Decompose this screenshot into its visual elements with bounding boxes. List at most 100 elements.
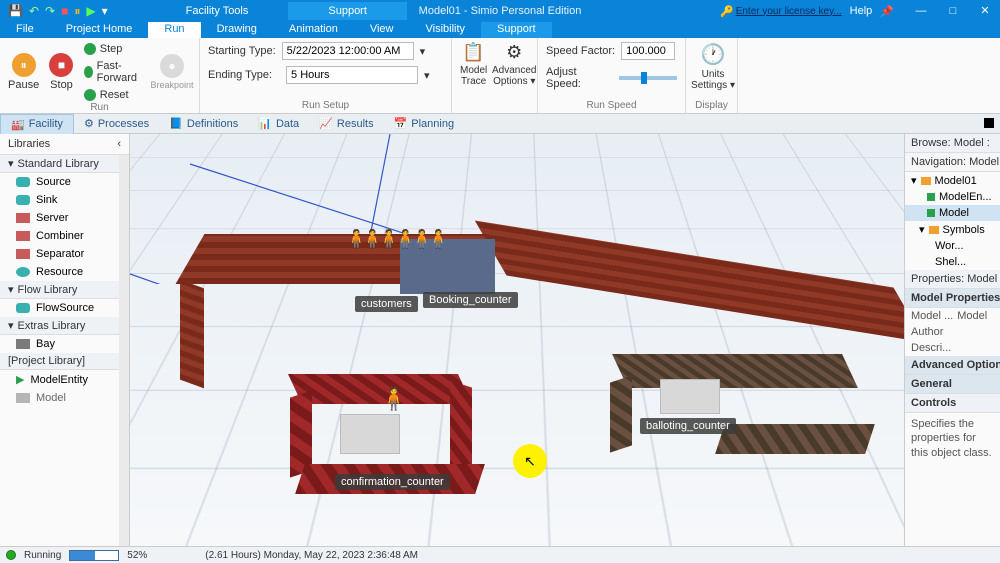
tab-project-home[interactable]: Project Home: [50, 22, 149, 38]
libraries-collapse-icon[interactable]: ‹: [117, 138, 121, 150]
section-standard-library[interactable]: ▾Standard Library: [0, 155, 129, 173]
step-icon: [84, 43, 96, 55]
view-tabs: 🏭Facility ⚙Processes 📘Definitions 📊Data …: [0, 114, 1000, 134]
tree-symbols[interactable]: ▾Symbols: [905, 221, 1000, 238]
slider-knob[interactable]: [641, 72, 647, 84]
progress-pct: 52%: [127, 550, 147, 561]
lib-item-server[interactable]: Server: [0, 209, 129, 227]
reset-icon: [84, 89, 96, 101]
quick-access-toolbar: 💾 ↶ ↷ ■ ⏸ ▶ ▾: [0, 4, 116, 19]
sim-time: (2.61 Hours) Monday, May 22, 2023 2:36:4…: [205, 550, 418, 561]
play-icon: ▶: [16, 373, 24, 386]
vtab-planning[interactable]: 📅Planning: [384, 114, 465, 133]
model-trace-button[interactable]: 📋 Model Trace: [460, 42, 487, 87]
close-button[interactable]: ✕: [970, 0, 1000, 22]
general-section[interactable]: General: [905, 375, 1000, 394]
running-label: Running: [24, 550, 61, 561]
step-button[interactable]: Step: [84, 42, 145, 56]
speed-slider[interactable]: [619, 76, 677, 80]
advanced-options-section[interactable]: Advanced Options: [905, 356, 1000, 375]
combiner-icon: [16, 231, 30, 241]
title-tab-support[interactable]: Support: [288, 2, 407, 20]
units-settings-label: Units Settings ▾: [691, 69, 735, 91]
chevron-down-icon: ▾: [8, 319, 14, 332]
lib-item-modelentity[interactable]: ▶ModelEntity: [0, 370, 129, 389]
tree-model01[interactable]: ▾Model01: [905, 172, 1000, 189]
display-group-label: Display: [694, 100, 729, 113]
ending-type-input[interactable]: [286, 66, 418, 84]
reset-button[interactable]: Reset: [84, 88, 145, 102]
tab-file[interactable]: File: [0, 22, 50, 38]
pin-icon[interactable]: 📌: [880, 5, 894, 18]
qa-play-icon[interactable]: ▶: [86, 4, 95, 18]
vtab-processes[interactable]: ⚙Processes: [74, 114, 159, 133]
libraries-panel: Libraries‹ ▾Standard Library Source Sink…: [0, 134, 130, 546]
license-link[interactable]: Enter your license key...: [736, 6, 842, 17]
facility-icon: 🏭: [11, 118, 25, 131]
breakpoint-button[interactable]: ● Breakpoint: [153, 54, 191, 90]
tree-modelentity[interactable]: ModelEn...: [905, 189, 1000, 205]
ending-dropdown-icon[interactable]: ▾: [424, 69, 430, 82]
fast-forward-button[interactable]: Fast-Forward: [84, 59, 145, 85]
lib-item-sink[interactable]: Sink: [0, 191, 129, 209]
section-extras-library[interactable]: ▾Extras Library: [0, 317, 129, 335]
section-flow-library[interactable]: ▾Flow Library: [0, 281, 129, 299]
vtab-definitions[interactable]: 📘Definitions: [159, 114, 248, 133]
pause-button[interactable]: ⏸ Pause: [8, 53, 39, 91]
vtab-results[interactable]: 📈Results: [309, 114, 383, 133]
key-icon: 🔑: [720, 5, 734, 18]
lib-item-separator[interactable]: Separator: [0, 245, 129, 263]
facility-canvas[interactable]: 🧍🧍🧍🧍🧍🧍 customers Booking_counter 🧍 confi…: [130, 134, 904, 546]
sliders-icon: ⚙: [506, 42, 522, 63]
tree-wor[interactable]: Wor...: [905, 238, 1000, 254]
help-button[interactable]: Help: [850, 5, 873, 17]
lib-item-resource[interactable]: Resource: [0, 263, 129, 281]
save-icon[interactable]: 💾: [8, 4, 23, 18]
step-label: Step: [100, 43, 123, 55]
tab-drawing[interactable]: Drawing: [201, 22, 273, 38]
tab-run[interactable]: Run: [148, 22, 200, 38]
main-area: Libraries‹ ▾Standard Library Source Sink…: [0, 134, 1000, 546]
tab-support[interactable]: Support: [481, 22, 552, 38]
maximize-button[interactable]: □: [938, 0, 968, 22]
viewtabs-handle[interactable]: [984, 118, 994, 128]
starting-dropdown-icon[interactable]: ▾: [420, 45, 426, 58]
lib-item-source[interactable]: Source: [0, 173, 129, 191]
lib-item-bay[interactable]: Bay: [0, 335, 129, 353]
starting-type-input[interactable]: [282, 42, 414, 60]
advanced-options-button[interactable]: ⚙ Advanced Options ▾: [495, 42, 533, 87]
folder-icon: [921, 177, 931, 185]
ending-type-label: Ending Type:: [208, 69, 272, 81]
minimize-button[interactable]: —: [906, 0, 936, 22]
status-bar: Running 52% (2.61 Hours) Monday, May 22,…: [0, 546, 1000, 563]
lib-item-model[interactable]: Model: [0, 389, 129, 407]
sink-icon: [16, 195, 30, 205]
stop-button[interactable]: ■ Stop: [47, 53, 76, 91]
tree-shel[interactable]: Shel...: [905, 254, 1000, 270]
tab-animation[interactable]: Animation: [273, 22, 354, 38]
tab-visibility[interactable]: Visibility: [410, 22, 482, 38]
model-properties-section[interactable]: Model Properties: [905, 289, 1000, 308]
vtab-data[interactable]: 📊Data: [248, 114, 309, 133]
conf-desk[interactable]: [340, 414, 400, 454]
speed-factor-input[interactable]: [621, 42, 675, 60]
units-settings-button[interactable]: 🕐 Units Settings ▾: [694, 42, 732, 91]
vtab-facility[interactable]: 🏭Facility: [0, 114, 74, 134]
model-trace-label: Model Trace: [460, 65, 487, 87]
section-project-library[interactable]: [Project Library]: [0, 353, 129, 370]
undo-icon[interactable]: ↶: [29, 4, 39, 18]
title-tab-facility-tools[interactable]: Facility Tools: [146, 2, 289, 20]
qa-dropdown-icon[interactable]: ▾: [102, 4, 108, 18]
qa-pause-icon[interactable]: ⏸: [74, 4, 80, 19]
redo-icon[interactable]: ↷: [45, 4, 55, 18]
server-icon: [16, 213, 30, 223]
lib-item-combiner[interactable]: Combiner: [0, 227, 129, 245]
qa-stop-icon[interactable]: ■: [61, 4, 68, 18]
tab-view[interactable]: View: [354, 22, 410, 38]
ballot-desk[interactable]: [660, 379, 720, 414]
ballot-wall-left: [610, 375, 632, 452]
browse-header: Browse: Model :: [905, 134, 1000, 153]
tree-model-selected[interactable]: Model: [905, 205, 1000, 221]
title-bar: 💾 ↶ ↷ ■ ⏸ ▶ ▾ Facility Tools Support Mod…: [0, 0, 1000, 22]
lib-item-flowsource[interactable]: FlowSource: [0, 299, 129, 317]
